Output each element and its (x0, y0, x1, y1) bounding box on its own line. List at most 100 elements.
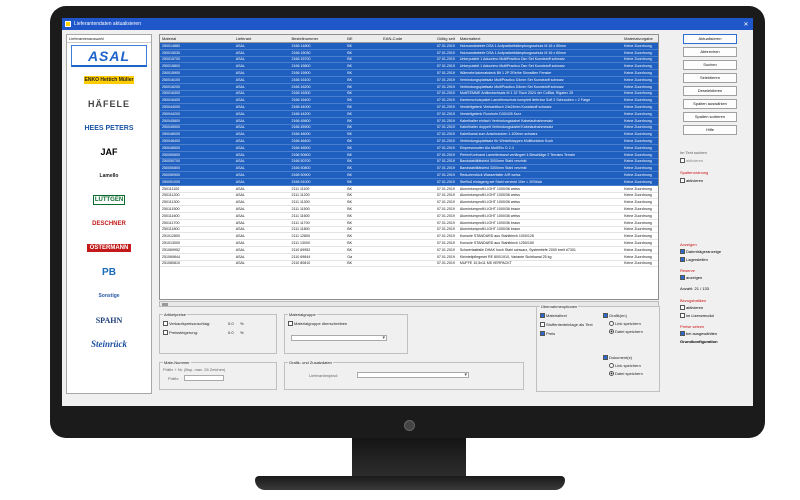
table-cell: ASAL (235, 186, 245, 191)
column-header[interactable]: Material (160, 36, 234, 41)
table-row[interactable]: 250046000 ASAL 2166 46000 BK 07.01.2019 Kabel… (160, 131, 658, 139)
cancel-button[interactable]: Abbrechen (683, 47, 737, 57)
supplier-logo-jaf[interactable]: JAF (71, 141, 147, 163)
table-row[interactable]: 250016300 ASAL 2166 16300 BK 07.01.2019 Multi… (160, 90, 658, 98)
grafik-link-radio[interactable] (609, 321, 614, 327)
scrollbar-thumb[interactable] (162, 303, 168, 306)
table-row[interactable]: 250111700 ASAL 2111 11700 BK 07.01.2019 Alumi… (160, 220, 658, 227)
supplier-logo-luettgen[interactable]: LÜTTGEN (71, 189, 147, 211)
update-button[interactable]: Aktualisieren (683, 34, 737, 44)
supplier-logo-asal[interactable]: ASAL (71, 45, 147, 67)
takeover-stock-checkbox[interactable] (540, 322, 545, 328)
supplier-logo-deschner[interactable]: DESCHNER (71, 213, 147, 235)
table-row[interactable]: 250014880 ASAL 2166 14800 BK 07.01.2019 Holzs… (160, 43, 658, 50)
supplier-logo-ostermann[interactable]: OSTERMANN (71, 237, 147, 259)
dokument-file-radio[interactable] (609, 371, 614, 377)
table-cell: 07.01.2019 (436, 241, 455, 245)
table-row[interactable]: 250111800 ASAL 2111 11800 BK 07.01.2019 Alumi… (160, 227, 658, 234)
table-row[interactable]: 250050600 ASAL 2166 50600 BK 07.01.2019 Perle… (160, 151, 658, 159)
table-row[interactable]: 250015700 ASAL 2166 15700 BK 07.01.2019 Unter… (160, 56, 658, 64)
material-table[interactable]: Material Lieferant Bestellnummer BE EAN-… (159, 34, 659, 300)
table-cell: BK (347, 241, 353, 245)
table-row[interactable]: 250016100 ASAL 2166 16100 BK 07.01.2019 Verbi… (160, 76, 658, 84)
table-row[interactable]: 250015800 ASAL 2166 15800 BK 07.01.2019 Unter… (160, 63, 658, 71)
media-checkbox[interactable] (680, 249, 685, 255)
text-search-checkbox[interactable] (680, 158, 685, 164)
table-row[interactable]: 251069844 ASAL 2110 69844 Ga 07.01.2019 Klein… (160, 254, 658, 261)
table-row[interactable]: 250046400 ASAL 2166 46400 BK 07.01.2019 Verbi… (160, 138, 658, 145)
table-cell: 07.01.2019 (436, 186, 455, 191)
reserve-checkbox[interactable] (680, 275, 685, 281)
table-row[interactable]: 250111200 ASAL 2111 11200 BK 07.01.2019 Alumi… (160, 193, 658, 200)
supply-checkbox-1[interactable] (680, 305, 685, 311)
table-row[interactable]: 250044000 ASAL 2166 44000 BK 07.01.2019 Verst… (160, 104, 658, 111)
storage-checkbox[interactable] (680, 257, 685, 263)
price-set-checkbox-1[interactable] (680, 331, 685, 337)
choose-columns-button[interactable]: Spalten auswählen (683, 99, 737, 109)
table-row[interactable]: 250045900 ASAL 2166 45900 BK 07.01.2019 Kabel… (160, 124, 658, 132)
supplier-logo-hees-peters[interactable]: HEES PETERS (71, 117, 147, 139)
table-row[interactable]: 250111100 ASAL 2111 11100 BK 07.01.2019 Alumi… (160, 186, 658, 193)
takeover-text-row: Materialtext (540, 313, 567, 319)
table-row[interactable]: 250111500 ASAL 2111 11500 BK 07.01.2019 Alumi… (160, 206, 658, 213)
table-row[interactable]: 250044200 ASAL 2166 44200 BK 07.01.2019 Verst… (160, 110, 658, 118)
supplier-logo-steinrueck[interactable]: Steinrück (71, 333, 147, 355)
table-row[interactable]: 250050900 ASAL 2166 50900 BK 07.01.2019 Reduz… (160, 172, 658, 179)
prefix-input[interactable] (184, 375, 224, 381)
takeover-text-checkbox[interactable] (540, 313, 545, 319)
table-row[interactable]: 250111300 ASAL 2111 11300 BK 07.01.2019 Alumi… (160, 199, 658, 207)
column-header[interactable]: Bestellnummer (289, 36, 345, 41)
column-header[interactable]: EAN-Code (381, 36, 423, 41)
table-row[interactable]: 250051000 ASAL 2166 51000 BK 07.01.2019 Stell… (160, 178, 658, 186)
column-header[interactable]: Lieferant (234, 36, 290, 41)
supplier-logo-spahn[interactable]: SPAHN (71, 309, 147, 331)
price-markup-checkbox[interactable] (163, 321, 168, 327)
supplier-path-dropdown[interactable] (357, 372, 469, 378)
column-header[interactable]: BE (345, 36, 381, 41)
dokument-checkbox[interactable] (603, 355, 608, 361)
grafik-file-radio[interactable] (609, 329, 614, 335)
close-window-icon[interactable]: ✕ (742, 21, 750, 28)
action-button-column: Aktualisieren Abbrechen Suchen Selektier… (670, 34, 750, 138)
table-row[interactable]: 251013000 ASAL 2111 13000 BK 07.01.2019 Konso… (160, 240, 658, 247)
supplier-logo-pb[interactable]: PB (71, 261, 147, 283)
supplier-logo-other[interactable]: Sonstige (71, 285, 147, 307)
table-row[interactable]: 251080810 ASAL 2110 80810 BK 07.01.2019 MUFFE… (160, 261, 658, 268)
supplier-logo-haefele[interactable]: HÄFELE (71, 93, 147, 115)
table-row[interactable]: 250050700 ASAL 2166 50700 BK 07.01.2019 Bands… (160, 158, 658, 166)
table-cell: 2166 51000 (291, 179, 311, 184)
material-group-dropdown[interactable] (291, 335, 387, 341)
price-markup-value[interactable]: 0.0 (228, 321, 234, 326)
table-row[interactable]: 251069952 ASAL 2110 69952 BK 07.01.2019 Schwe… (160, 247, 658, 254)
supplier-logo-enko[interactable]: ENKO Hettich Müller (71, 69, 147, 91)
table-row[interactable]: 251012800 ASAL 2111 12800 BK 07.01.2019 Konso… (160, 233, 658, 241)
table-cell: 07.01.2019 (436, 125, 455, 130)
select-button[interactable]: Selektieren (683, 73, 737, 83)
supplier-logo-lamello[interactable]: Lamello (71, 165, 147, 187)
deselect-button[interactable]: Deselektieren (683, 86, 737, 96)
table-cell: Keine Zuordnung (624, 139, 652, 144)
table-row[interactable]: 250016400 ASAL 2166 16400 BK 07.01.2019 Kante… (160, 97, 658, 105)
column-header[interactable]: Gültig seit (423, 36, 458, 41)
table-row[interactable]: 250016200 ASAL 2166 16200 BK 07.01.2019 Verbi… (160, 83, 658, 91)
material-group-checkbox[interactable] (288, 321, 293, 327)
table-cell: ASAL (235, 139, 245, 144)
column-order-checkbox[interactable] (680, 178, 685, 184)
table-row[interactable]: 250050800 ASAL 2166 50800 BK 07.01.2019 Bands… (160, 165, 658, 173)
table-row[interactable]: 250045800 ASAL 2166 45800 BK 07.01.2019 Kabel… (160, 117, 658, 125)
table-row[interactable]: 250046500 ASAL 2166 46500 BK 07.01.2019 Einpr… (160, 144, 658, 152)
column-header[interactable]: Materialvorgabe (622, 36, 658, 41)
search-button[interactable]: Suchen (683, 60, 737, 70)
grafik-checkbox[interactable] (603, 313, 608, 319)
sort-columns-button[interactable]: Spalten sortieren (683, 112, 737, 122)
column-header[interactable]: Materialtext (458, 36, 622, 41)
table-row[interactable]: 250015900 ASAL 2166 15900 BK 07.01.2019 Wärme… (160, 70, 658, 77)
dokument-link-radio[interactable] (609, 363, 614, 369)
supply-checkbox-2[interactable] (680, 313, 685, 319)
takeover-price-checkbox[interactable] (540, 331, 545, 337)
price-increase-value[interactable]: 0.0 (228, 330, 234, 335)
table-row[interactable]: 250015030 ASAL 2166 15030 BK 07.01.2019 Holzs… (160, 49, 658, 57)
price-increase-checkbox[interactable] (163, 330, 168, 336)
help-button[interactable]: Hilfe (683, 125, 737, 135)
table-row[interactable]: 250111600 ASAL 2111 11600 BK 07.01.2019 Alumi… (160, 213, 658, 220)
